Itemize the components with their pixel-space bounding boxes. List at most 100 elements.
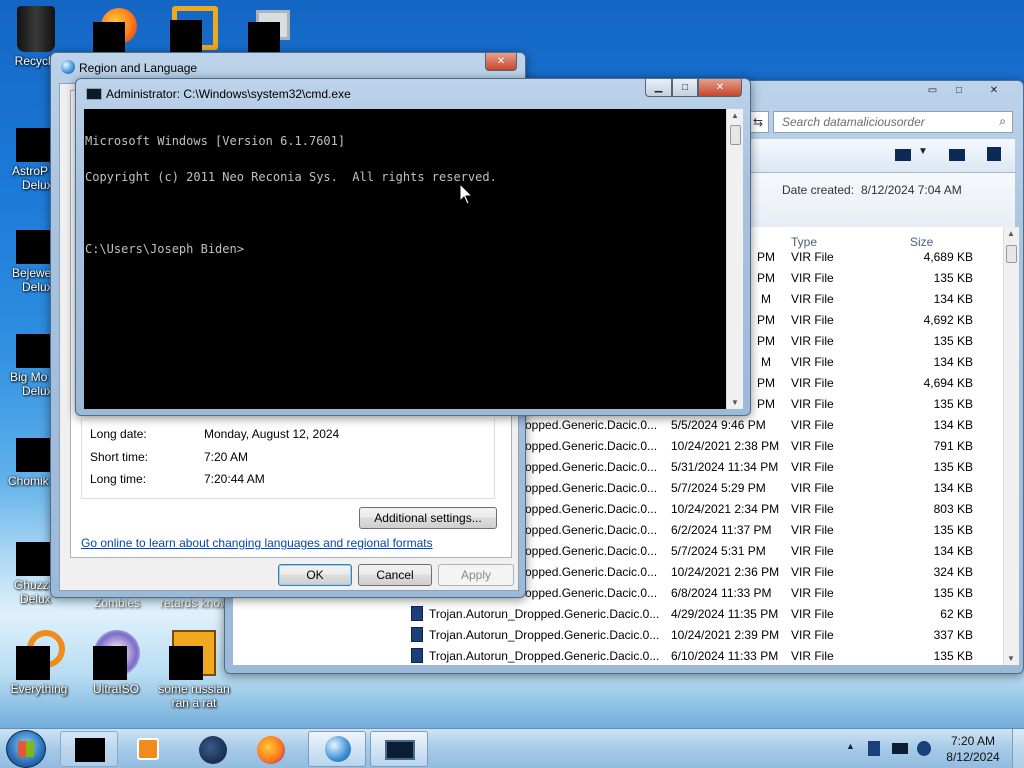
file-date: PM xyxy=(757,250,775,264)
scrollbar-thumb[interactable] xyxy=(1006,245,1017,263)
cmd-icon xyxy=(75,738,105,762)
file-size: 135 KB xyxy=(933,271,973,285)
file-type: VIR File xyxy=(791,355,834,369)
firefox-icon xyxy=(257,736,285,764)
volume-icon[interactable] xyxy=(917,741,931,756)
online-formats-link[interactable]: Go online to learn about changing langua… xyxy=(81,536,433,550)
taskbar-media-player-button[interactable] xyxy=(120,731,178,767)
table-row[interactable]: opped.Generic.Dacic.0... 5/7/2024 5:31 PM… xyxy=(525,541,995,562)
explorer-minimize-button[interactable]: ▭ xyxy=(919,81,946,99)
apply-button[interactable]: Apply xyxy=(438,564,514,586)
show-desktop-button[interactable] xyxy=(1012,729,1024,768)
network-icon[interactable] xyxy=(868,741,880,756)
file-type: VIR File xyxy=(791,439,834,453)
scroll-down-icon[interactable]: ▼ xyxy=(1007,654,1015,663)
cancel-button[interactable]: Cancel xyxy=(358,564,432,586)
firefox-shortcut-icon[interactable] xyxy=(93,8,139,54)
file-date: 5/7/2024 5:29 PM xyxy=(671,481,766,495)
file-type: VIR File xyxy=(791,418,834,432)
file-type: VIR File xyxy=(791,607,834,621)
chevron-down-icon[interactable]: ▼ xyxy=(918,146,928,157)
preview-pane-icon[interactable] xyxy=(949,149,965,161)
scroll-up-icon[interactable]: ▲ xyxy=(1007,229,1015,238)
taskbar-region-button[interactable] xyxy=(308,731,366,767)
cmd-minimize-button[interactable]: ▁ xyxy=(645,79,672,97)
file-date: PM xyxy=(757,313,775,327)
format-examples-box: Long date: Monday, August 12, 2024 Short… xyxy=(81,419,495,499)
file-date: 10/24/2021 2:38 PM xyxy=(671,439,780,453)
file-size: 135 KB xyxy=(933,586,973,600)
windows-shortcut-icon[interactable] xyxy=(248,8,294,54)
file-type: VIR File xyxy=(791,544,834,558)
table-row[interactable]: Trojan.Autorun_Dropped.Generic.Dacic.0..… xyxy=(411,604,995,625)
arrows-shortcut-icon[interactable] xyxy=(170,6,220,52)
file-name: opped.Generic.Dacic.0... xyxy=(525,439,658,453)
table-row[interactable]: opped.Generic.Dacic.0... 5/5/2024 9:46 PM… xyxy=(525,415,995,436)
redacted-icon-overlay xyxy=(170,20,202,52)
file-type: VIR File xyxy=(791,586,834,600)
desktop-icon-chomik[interactable]: Chomik xyxy=(8,424,56,488)
file-size: 4,692 KB xyxy=(923,313,973,327)
console-line: Copyright (c) 2011 Neo Reconia Sys. All … xyxy=(85,170,497,184)
taskbar-cmd-button[interactable] xyxy=(60,731,118,767)
desktop-icon-everything[interactable]: Everything xyxy=(3,630,75,696)
date-created-value: 8/12/2024 7:04 AM xyxy=(861,183,962,197)
table-row[interactable]: opped.Generic.Dacic.0... 6/8/2024 11:33 P… xyxy=(525,583,995,604)
table-row[interactable]: opped.Generic.Dacic.0... 5/7/2024 5:29 PM… xyxy=(525,478,995,499)
explorer-maximize-button[interactable]: □ xyxy=(946,81,972,99)
file-date: 5/7/2024 5:31 PM xyxy=(671,544,766,558)
file-size: 135 KB xyxy=(933,460,973,474)
display-icon[interactable] xyxy=(892,743,908,754)
file-list-scrollbar[interactable]: ▲ ▼ xyxy=(1003,227,1019,665)
scrollbar-thumb[interactable] xyxy=(730,125,741,145)
scroll-down-icon[interactable]: ▼ xyxy=(731,398,739,407)
bejeweled-icon xyxy=(16,230,50,264)
table-row[interactable]: opped.Generic.Dacic.0... 5/31/2024 11:34 … xyxy=(525,457,995,478)
table-row[interactable]: opped.Generic.Dacic.0... 10/24/2021 2:34 … xyxy=(525,499,995,520)
console-output[interactable]: Microsoft Windows [Version 6.1.7601] Cop… xyxy=(84,109,726,409)
short-time-value: 7:20 AM xyxy=(204,450,249,464)
file-date: PM xyxy=(757,397,775,411)
desktop-icon-label: ran a rat xyxy=(171,696,217,710)
file-size: 134 KB xyxy=(933,355,973,369)
cmd-close-button[interactable]: ✕ xyxy=(698,79,742,97)
vir-file-icon xyxy=(411,606,423,622)
redacted-icon-overlay xyxy=(93,646,127,680)
table-row[interactable]: opped.Generic.Dacic.0... 10/24/2021 2:36 … xyxy=(525,562,995,583)
console-scrollbar[interactable]: ▲ ▼ xyxy=(726,109,743,409)
table-row[interactable]: Trojan.Autorun_Dropped.Generic.Dacic.0..… xyxy=(411,646,995,667)
view-options-icon[interactable] xyxy=(895,149,911,161)
taskbar-globe-button[interactable] xyxy=(184,731,242,767)
cmd-window[interactable]: Administrator: C:\Windows\system32\cmd.e… xyxy=(75,78,751,416)
help-icon[interactable] xyxy=(987,147,1001,161)
zombies-icon-label[interactable]: Zombies xyxy=(94,596,140,610)
start-button[interactable] xyxy=(6,730,46,768)
ok-button[interactable]: OK xyxy=(278,564,352,586)
file-type: VIR File xyxy=(791,649,834,663)
additional-settings-button[interactable]: Additional settings... xyxy=(359,507,497,529)
file-type: VIR File xyxy=(791,376,834,390)
taskbar-firefox-button[interactable] xyxy=(242,731,300,767)
file-type: VIR File xyxy=(791,250,834,264)
clock-time: 7:20 AM xyxy=(950,734,996,748)
region-close-button[interactable]: ✕ xyxy=(485,53,517,71)
desktop-icon-some-russian[interactable]: some russian ran a rat xyxy=(158,630,230,710)
desktop-icon-ultraiso[interactable]: UltraISO xyxy=(80,630,152,696)
table-row[interactable]: opped.Generic.Dacic.0... 6/2/2024 11:37 P… xyxy=(525,520,995,541)
table-row[interactable]: Trojan.Autorun_Dropped.Generic.Dacic.0..… xyxy=(411,625,995,646)
taskbar-cmd-window-button[interactable] xyxy=(370,731,428,767)
show-hidden-icons-icon[interactable]: ▲ xyxy=(846,741,855,751)
file-name: opped.Generic.Dacic.0... xyxy=(525,544,658,558)
retards-know-icon-label[interactable]: retards know xyxy=(160,596,226,610)
search-icon: ⌕ xyxy=(999,114,1006,128)
cmd-icon xyxy=(86,88,102,100)
explorer-close-button[interactable]: ✕ xyxy=(972,81,1016,99)
scroll-up-icon[interactable]: ▲ xyxy=(731,111,739,120)
long-date-label: Long date: xyxy=(90,427,147,441)
explorer-search-box[interactable]: Search datamaliciousorder ⌕ xyxy=(773,111,1013,133)
system-clock[interactable]: 7:20 AM 8/12/2024 xyxy=(940,733,1006,765)
table-row[interactable]: opped.Generic.Dacic.0... 10/24/2021 2:38 … xyxy=(525,436,995,457)
file-date: PM xyxy=(757,271,775,285)
cmd-maximize-button[interactable]: □ xyxy=(672,79,698,97)
console-line: Microsoft Windows [Version 6.1.7601] xyxy=(85,134,346,148)
